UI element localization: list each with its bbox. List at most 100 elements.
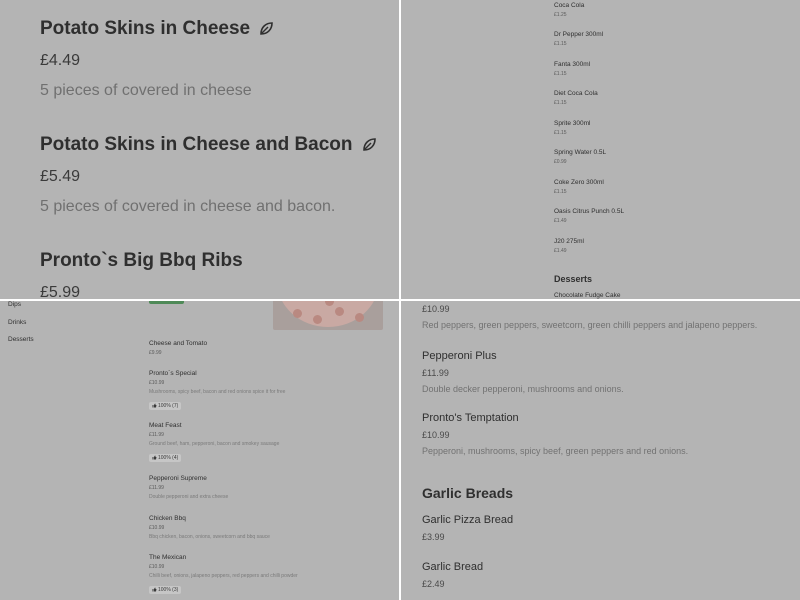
menu-panel-mid: £10.99 Red peppers, green peppers, sweet… (401, 301, 800, 600)
menu-item-description: Mushrooms, spicy beef, bacon and red oni… (149, 389, 286, 395)
rating-badge: 100% (3) (149, 585, 182, 594)
menu-item-title: Potato Skins in Cheese (40, 18, 274, 40)
menu-item-name: Pepperoni Plus (422, 350, 497, 362)
menu-item-name: Pronto`s Big Bbq Ribs (40, 250, 243, 271)
drink-item[interactable]: Diet Coca Cola £1.15 (554, 90, 598, 106)
menu-item[interactable]: Chicken Bbq £10.99 Bbq chicken, bacon, o… (149, 515, 270, 540)
menu-item[interactable]: Pronto`s Special £10.99 Mushrooms, spicy… (149, 370, 285, 413)
menu-item[interactable]: Potato Skins in Cheese and Bacon £5.49 5… (40, 134, 377, 216)
menu-item-description: Chilli beef, onions, jalapeno peppers, r… (149, 573, 298, 579)
drink-item[interactable]: Coca Cola £1.25 (554, 2, 584, 18)
status-badge (149, 301, 184, 304)
sidebar-item-desserts[interactable]: Desserts (8, 336, 34, 343)
menu-item-name: Potato Skins in Cheese and Bacon (40, 134, 353, 155)
dessert-item[interactable]: Chocolate Fudge Cake (554, 292, 621, 299)
menu-panel-overview: Dips Drinks Desserts Cheese and Tomato £… (0, 301, 399, 600)
menu-item-description: 5 pieces of covered in cheese and bacon. (40, 198, 336, 215)
menu-item-price: £10.99 (422, 430, 450, 440)
thumbs-up-icon (152, 587, 157, 592)
menu-item[interactable]: Potato Skins in Cheese £4.49 5 pieces of… (40, 18, 274, 100)
menu-item-price: £5.49 (40, 168, 81, 185)
menu-panel-zoomed: Potato Skins in Cheese £4.49 5 pieces of… (0, 0, 399, 299)
rating-badge: 100% (4) (149, 453, 182, 462)
dessert-name: Chocolate Fudge Cake (554, 292, 621, 299)
menu-item-description: Ground beef, ham, pepperoni, bacon and s… (149, 441, 280, 447)
menu-item-description: 5 pieces of covered in cheese (40, 82, 252, 99)
menu-item-name: Cheese and Tomato (149, 340, 208, 347)
drinks-panel: Coca Cola £1.25 Dr Pepper 300ml £1.15 Fa… (401, 0, 800, 299)
menu-item[interactable]: Pepperoni Supreme £11.99 Double pepperon… (149, 475, 228, 500)
section-heading-garlic-breads: Garlic Breads (422, 485, 514, 501)
menu-item[interactable]: Garlic Bread £2.49 (422, 561, 483, 589)
menu-item-price: £4.49 (40, 52, 81, 69)
menu-item[interactable]: The Mexican £10.99 Chilli beef, onions, … (149, 554, 298, 597)
drink-item[interactable]: Dr Pepper 300ml £1.15 (554, 31, 603, 47)
drink-price: £1.15 (554, 71, 567, 77)
menu-item-price: £5.99 (40, 284, 81, 299)
menu-item[interactable]: Meat Feast £11.99 Ground beef, ham, pepp… (149, 422, 279, 465)
sidebar-item-dips[interactable]: Dips (8, 301, 21, 308)
drink-item[interactable]: Oasis Citrus Punch 0.5L £1.49 (554, 208, 624, 224)
rating-value: 100% (3) (158, 586, 179, 593)
menu-item-price: £9.99 (149, 350, 162, 356)
rating-badge: 100% (7) (149, 401, 182, 410)
menu-item[interactable]: Pronto's Temptation £10.99 Pepperoni, mu… (422, 412, 688, 456)
menu-item-price: £11.99 (422, 368, 449, 378)
menu-item-price: £10.99 (149, 525, 165, 531)
sidebar-item-drinks[interactable]: Drinks (8, 319, 26, 326)
menu-item-name: Pepperoni Supreme (149, 475, 207, 482)
drink-item[interactable]: Sprite 300ml £1.15 (554, 120, 591, 136)
drink-item[interactable]: Spring Water 0.5L £0.99 (554, 149, 606, 165)
drink-price: £1.49 (554, 218, 567, 224)
drink-name: J20 275ml (554, 238, 584, 245)
menu-item-description: Pepperoni, mushrooms, spicy beef, green … (422, 446, 689, 456)
menu-item-description: Red peppers, green peppers, sweetcorn, g… (422, 320, 758, 330)
pepperoni-slice (313, 315, 322, 324)
drink-price: £1.25 (554, 12, 567, 18)
menu-item[interactable]: £10.99 Red peppers, green peppers, sweet… (422, 304, 757, 330)
menu-item-price: £3.99 (422, 532, 445, 542)
pizza-image (273, 301, 383, 330)
drink-name: Fanta 300ml (554, 61, 591, 68)
drink-item[interactable]: J20 275ml £1.49 (554, 238, 584, 254)
menu-item-price: £10.99 (149, 380, 165, 386)
drink-name: Spring Water 0.5L (554, 149, 607, 156)
drink-price: £1.15 (554, 41, 567, 47)
menu-item[interactable]: Cheese and Tomato £9.99 (149, 340, 207, 356)
menu-item-title: Potato Skins in Cheese and Bacon (40, 134, 377, 156)
drink-price: £1.15 (554, 100, 567, 106)
drink-price: £1.49 (554, 248, 567, 254)
thumbs-up-icon (152, 455, 157, 460)
drink-price: £1.15 (554, 130, 567, 136)
menu-item-price: £10.99 (422, 304, 450, 314)
menu-item-name: Potato Skins in Cheese (40, 18, 251, 39)
menu-item-description: Double decker pepperoni, mushrooms and o… (422, 384, 624, 394)
menu-item-name: Chicken Bbq (149, 515, 186, 522)
menu-item-title: Pronto`s Big Bbq Ribs (40, 250, 243, 272)
drink-name: Sprite 300ml (554, 120, 591, 127)
drink-item[interactable]: Coke Zero 300ml £1.15 (554, 179, 604, 195)
pepperoni-slice (355, 313, 364, 322)
drink-name: Coke Zero 300ml (554, 179, 604, 186)
menu-item-price: £10.99 (149, 564, 165, 570)
menu-item-name: Pronto's Temptation (422, 412, 519, 424)
thumbs-up-icon (152, 403, 157, 408)
rating-value: 100% (4) (158, 454, 179, 461)
drink-item[interactable]: Fanta 300ml £1.15 (554, 61, 590, 77)
rating-value: 100% (7) (158, 402, 179, 409)
menu-item-description: Double pepperoni and extra cheese (149, 494, 229, 500)
drink-price: £1.15 (554, 189, 567, 195)
menu-item-price: £11.99 (149, 485, 164, 491)
screenshot-grid: Potato Skins in Cheese £4.49 5 pieces of… (0, 0, 800, 600)
drink-name: Diet Coca Cola (554, 90, 598, 97)
menu-item-name: Garlic Bread (422, 561, 484, 573)
menu-item-description: Bbq chicken, bacon, onions, sweetcorn an… (149, 534, 270, 540)
menu-item[interactable]: Pepperoni Plus £11.99 Double decker pepp… (422, 350, 624, 394)
menu-item[interactable]: Pronto`s Big Bbq Ribs £5.99 (40, 250, 243, 299)
pepperoni-slice (335, 307, 344, 316)
section-heading-desserts: Desserts (554, 274, 593, 284)
menu-item[interactable]: Garlic Pizza Bread £3.99 (422, 514, 513, 542)
drink-price: £0.99 (554, 159, 567, 165)
drink-name: Dr Pepper 300ml (554, 31, 604, 38)
grid-divider-horizontal (0, 299, 800, 301)
